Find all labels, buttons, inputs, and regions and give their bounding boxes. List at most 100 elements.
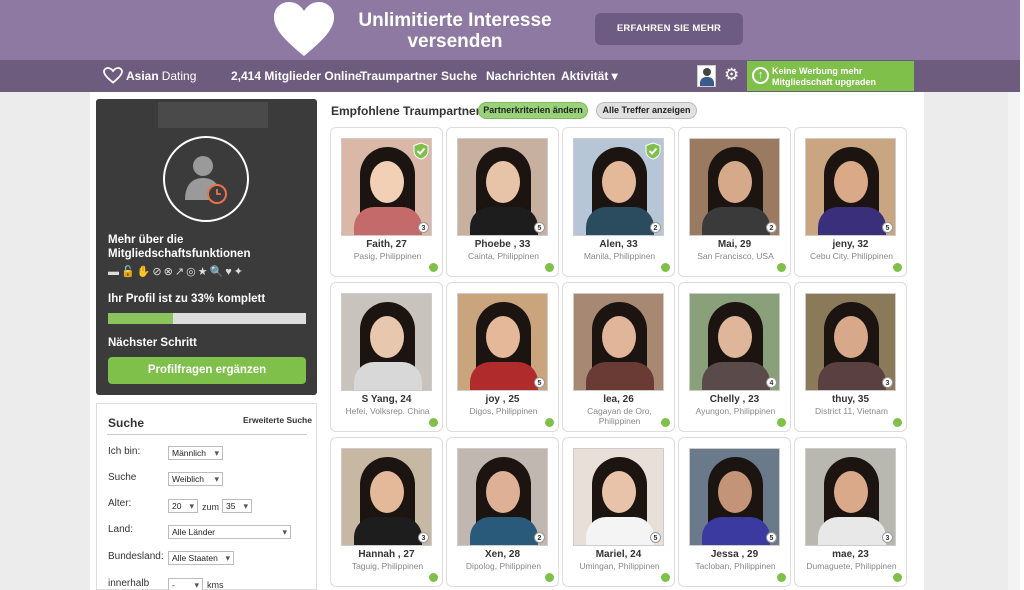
member-card[interactable]: 5 Mariel, 24 Umingan, Philippinen [562,437,675,587]
member-card[interactable]: 3 mae, 23 Dumaguete, Philippinen [794,437,907,587]
member-location: Umingan, Philippinen [579,561,660,571]
member-name[interactable]: joy , 25 [447,394,558,405]
age-to-label: zum [202,502,220,512]
member-photo[interactable] [341,293,432,391]
member-location: Taguig, Philippinen [351,561,424,571]
member-name[interactable]: Hannah , 27 [331,549,442,560]
member-name[interactable]: thuy, 35 [795,394,906,405]
member-photo[interactable]: 5 [573,448,664,546]
age-from-select[interactable]: 20 [168,499,198,513]
member-photo[interactable]: 2 [689,138,780,236]
photo-count-badge: 2 [534,532,545,543]
member-location: Cagayan de Oro, Philippinen [587,406,652,426]
member-card[interactable]: 2 Mai, 29 San Francisco, USA [678,127,791,277]
member-card[interactable]: lea, 26 Cagayan de Oro, Philippinen [562,282,675,432]
member-name[interactable]: Mariel, 24 [563,549,674,560]
member-photo[interactable]: 4 [689,293,780,391]
member-location: Manila, Philippinen [583,251,656,261]
nav-traumpartner[interactable]: Traumpartner [360,69,437,83]
i-am-label: Ich bin: [108,446,141,457]
user-placeholder-icon [185,156,227,204]
member-photo[interactable]: 5 [689,448,780,546]
member-name[interactable]: mae, 23 [795,549,906,560]
upgrade-line2: Mitgliedschaft upgraden [772,77,877,87]
scrollbar[interactable] [1008,92,1020,590]
member-card[interactable]: 5 Phoebe , 33 Cainta, Philippinen [446,127,559,277]
member-photo[interactable]: 2 [457,448,548,546]
upgrade-button[interactable]: ↑ Keine Werbung mehr Mitgliedschaft upgr… [747,61,914,91]
gear-icon[interactable]: ⚙ [724,66,742,84]
advanced-search-link[interactable]: Erweiterte Suche [243,415,312,425]
online-status-dot [777,418,786,427]
member-name[interactable]: Xen, 28 [447,549,558,560]
member-name[interactable]: S Yang, 24 [331,394,442,405]
member-name[interactable]: Jessa , 29 [679,549,790,560]
learn-more-button[interactable]: ERFAHREN SIE MEHR [595,13,743,45]
member-photo[interactable]: 5 [457,138,548,236]
member-name[interactable]: jeny, 32 [795,239,906,250]
photo-face [486,316,520,358]
photo-count-badge: 5 [534,377,545,388]
member-card[interactable]: S Yang, 24 Hefei, Volksrep. China [330,282,443,432]
edit-criteria-button[interactable]: Partnerkriterien ändern [478,102,588,119]
member-location: Tacloban, Philippinen [695,561,776,571]
member-photo[interactable]: 5 [457,293,548,391]
photo-count-badge: 5 [766,532,777,543]
member-card[interactable]: 2 Xen, 28 Dipolog, Philippinen [446,437,559,587]
member-name[interactable]: Mai, 29 [679,239,790,250]
complete-profile-button[interactable]: Profilfragen ergänzen [108,357,306,384]
member-photo[interactable] [573,293,664,391]
online-status-dot [661,263,670,272]
photo-face [602,471,636,513]
member-card[interactable]: 3 thuy, 35 District 11, Vietnam [794,282,907,432]
i-am-select[interactable]: Männlich [168,446,223,460]
member-photo[interactable]: 3 [805,448,896,546]
member-name[interactable]: lea, 26 [563,394,674,405]
photo-body [818,362,886,390]
member-photo[interactable]: 3 [341,448,432,546]
member-name[interactable]: Faith, 27 [331,239,442,250]
nav-suche[interactable]: Suche [441,69,477,83]
member-card[interactable]: 2 Alen, 33 Manila, Philippinen [562,127,675,277]
within-select[interactable]: - [168,578,203,590]
member-name[interactable]: Alen, 33 [563,239,674,250]
photo-count-badge: 5 [882,222,893,233]
online-status-dot [429,418,438,427]
member-name[interactable]: Phoebe , 33 [447,239,558,250]
member-photo[interactable]: 2 [573,138,664,236]
member-location: Dumaguete, Philippinen [806,561,897,571]
online-status-dot [545,263,554,272]
search-icon: 🔍 [209,266,226,278]
show-all-button[interactable]: Alle Treffer anzeigen [596,102,697,119]
photo-count-badge: 5 [534,222,545,233]
photo-count-badge: 5 [650,532,661,543]
member-card[interactable]: 3 Hannah , 27 Taguig, Philippinen [330,437,443,587]
incognito-icon: ⊗ [163,266,175,278]
nav-aktivitaet[interactable]: Aktivität ▾ [561,69,618,83]
profile-avatar[interactable] [163,136,249,222]
photo-face [486,471,520,513]
state-select[interactable]: Alle Staaten [168,551,234,565]
member-card[interactable]: 4 Chelly , 23 Ayungon, Philippinen [678,282,791,432]
member-card[interactable]: 5 Jessa , 29 Tacloban, Philippinen [678,437,791,587]
member-card[interactable]: 5 jeny, 32 Cebu City, Philippinen [794,127,907,277]
member-photo[interactable]: 3 [805,293,896,391]
member-location: Cainta, Philippinen [468,251,539,261]
age-to-select[interactable]: 35 [222,499,252,513]
member-card[interactable]: 3 Faith, 27 Pasig, Philippinen [330,127,443,277]
member-photo[interactable]: 5 [805,138,896,236]
member-photo[interactable]: 3 [341,138,432,236]
country-select[interactable]: Alle Länder [168,525,291,539]
seek-select[interactable]: Weiblich [168,472,223,486]
user-avatar[interactable] [697,65,716,87]
member-card[interactable]: 5 joy , 25 Digos, Philippinen [446,282,559,432]
logo[interactable]: Asian Dating [103,67,196,84]
hand-icon: ✋ [136,266,153,278]
member-name[interactable]: Chelly , 23 [679,394,790,405]
online-status-dot [893,418,902,427]
members-online[interactable]: 2,414 Mitglieder Online [231,69,362,83]
nav-nachrichten[interactable]: Nachrichten [486,69,555,83]
photo-face [370,161,404,203]
more-features-link[interactable]: Mehr über die Mitgliedschaftsfunktionen [108,233,308,261]
hearts-icon: ♥ [225,266,234,278]
